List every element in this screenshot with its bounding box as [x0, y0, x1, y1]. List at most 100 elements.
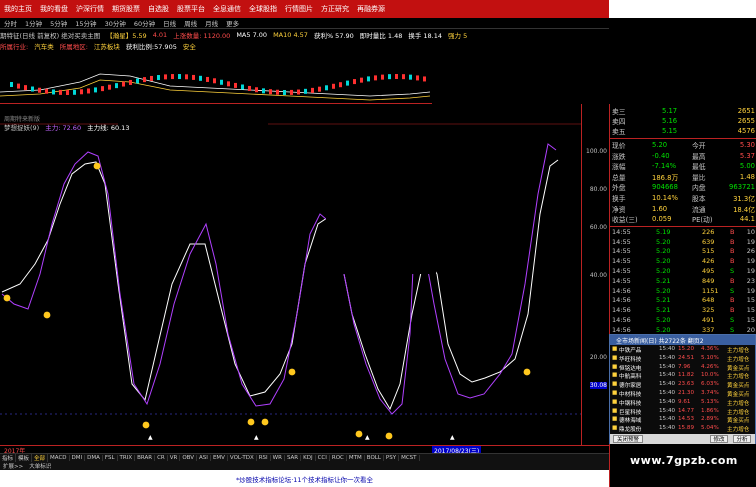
popup-row[interactable]: ■ 中铁产品 15:40 15.20 4.36% 主力增仓	[610, 346, 755, 355]
kline-candle	[283, 89, 286, 95]
indicator-tab-2[interactable]: 全部	[32, 454, 49, 462]
edit-button[interactable]: 修改	[710, 435, 728, 443]
period-2[interactable]: 5分钟	[46, 18, 71, 28]
indicator-tab-6[interactable]: FSL	[103, 455, 118, 461]
popup-row[interactable]: ■ 中钢科技 15:40 9.61 5.13% 主力增仓	[610, 399, 755, 408]
popup-price: 7.96	[678, 363, 691, 370]
popup-change: 6.03%	[701, 381, 719, 388]
menu-item-9[interactable]: 方正研究	[317, 4, 353, 14]
menu-item-0[interactable]: 我的主页	[0, 4, 36, 14]
popup-desc: 主力增仓	[727, 400, 750, 407]
period-0[interactable]: 分时	[0, 18, 21, 28]
popup-title-bar[interactable]: 全市场新闻(日) 共2722条 翻页2	[610, 335, 755, 345]
indicator-tab-5[interactable]: DMA	[85, 455, 103, 461]
main-chart-info-line: 期特征(日线 前复权) 绝对买卖主图 【瀚星】5.59 4.01 上涨数量: 1120…	[0, 29, 467, 40]
menu-item-7[interactable]: 全球股指	[245, 4, 281, 14]
kline-candle	[24, 85, 27, 91]
kline-candle	[157, 75, 160, 81]
popup-row[interactable]: ■ 鼎龙股份 15:40 15.89 5.04% 主力增仓	[610, 425, 755, 434]
period-9[interactable]: 更多	[222, 18, 243, 28]
period-8[interactable]: 月线	[201, 18, 222, 28]
analyze-button[interactable]: 分析	[733, 435, 751, 443]
stat-label: 收益(三)	[612, 216, 638, 225]
indicator-tab-1[interactable]: 模板	[16, 454, 33, 462]
signal-dot	[288, 368, 296, 376]
period-4[interactable]: 30分钟	[101, 18, 130, 28]
menu-item-6[interactable]: 全息通信	[209, 4, 245, 14]
period-3[interactable]: 15分钟	[71, 18, 100, 28]
indicator-tab-15[interactable]: RSI	[257, 455, 271, 461]
info1-item-1: 【瀚星】5.59	[106, 31, 147, 40]
indicator-tab-16[interactable]: WR	[271, 455, 285, 461]
indicator-tabs: 指标 模板 全部 MACD DMI DMA FSL TRIX BRAR CR VR OBV ASI EMV…	[0, 453, 609, 462]
indicator-tab-17[interactable]: SAR	[285, 455, 302, 461]
kline-candle	[45, 88, 48, 94]
indicator-tab-7[interactable]: TRIX	[118, 455, 136, 461]
ticker-text[interactable]: *炒股技术指标论坛·11个技术指标让你一次看全	[236, 474, 373, 484]
trade-row: 14:56 5.21 648 B 15	[610, 296, 756, 306]
indicator-tab-9[interactable]: CR	[155, 455, 168, 461]
popup-row[interactable]: ■ 中材科技 15:40 21.30 3.74% 黄金买点	[610, 390, 755, 399]
bottom-option-1[interactable]: 大单标识	[26, 462, 54, 470]
indicator-tab-13[interactable]: EMV	[211, 455, 228, 461]
kline-candle	[346, 80, 349, 86]
menu-item-10[interactable]: 再融券源	[353, 4, 389, 14]
period-6[interactable]: 日线	[159, 18, 180, 28]
trade-volume: 1151	[702, 286, 719, 295]
popup-row[interactable]: ■ 恒铭达电 15:40 7.96 4.26% 黄金买点	[610, 364, 755, 373]
indicator-tab-3[interactable]: MACD	[48, 455, 70, 461]
indicator-tab-0[interactable]: 指标	[0, 454, 17, 462]
menu-item-2[interactable]: 沪深行情	[72, 4, 108, 14]
stat-value: 5.20	[652, 141, 668, 149]
trade-count: 19	[746, 267, 755, 275]
menu-item-3[interactable]: 期货股票	[108, 4, 144, 14]
stat-row: 净资 1.60 流通 18.4亿	[610, 204, 756, 214]
indicator-tab-19[interactable]: CCI	[316, 455, 330, 461]
indicator-tab-20[interactable]: ROC	[330, 455, 347, 461]
bottom-option-0[interactable]: 扩展>>	[0, 462, 26, 470]
kline-candle	[402, 74, 405, 80]
menu-item-4[interactable]: 自选股	[144, 4, 173, 14]
period-5[interactable]: 60分钟	[130, 18, 159, 28]
kline-candle	[150, 75, 153, 81]
indicator-tab-23[interactable]: PSY	[384, 455, 400, 461]
quote-separator-2	[610, 225, 756, 227]
indicator-tab-8[interactable]: BRAR	[135, 455, 156, 461]
indicator-tab-12[interactable]: ASI	[197, 455, 211, 461]
mask-block	[118, 104, 268, 204]
info1-item-4: MA5 7.00	[236, 30, 268, 39]
indicator-tab-24[interactable]: MCST	[399, 455, 420, 461]
indicator-tab-11[interactable]: OBV	[180, 455, 198, 461]
trade-row: 14:55 5.20 426 B 19	[610, 257, 756, 267]
indicator-tab-22[interactable]: BOLL	[365, 455, 384, 461]
period-7[interactable]: 周线	[180, 18, 201, 28]
popup-row[interactable]: ■ 华旺科技 15:40 24.51 5.10% 主力增仓	[610, 355, 755, 364]
kline-candle	[304, 88, 307, 94]
main-kline-panel	[0, 52, 609, 104]
signal-dot	[385, 432, 393, 440]
menu-item-5[interactable]: 股票平台	[173, 4, 209, 14]
popup-buttons: 关闭预警 修改 分析	[610, 434, 755, 444]
menu-item-8[interactable]: 行情图片	[281, 4, 317, 14]
popup-row[interactable]: ■ 德尔家居 15:40 23.63 6.03% 黄金买点	[610, 381, 755, 390]
stat-value-2: 5.00	[739, 162, 755, 171]
info1-item-0: 期特征(日线 前复权) 绝对买卖主图	[0, 31, 101, 40]
trade-volume: 325	[702, 306, 715, 315]
kline-candle	[80, 89, 83, 95]
indicator-tab-18[interactable]: KDJ	[301, 455, 316, 461]
popup-row[interactable]: ■ 德林海域 15:40 14.53 2.89% 黄金买点	[610, 416, 755, 425]
indicator-tab-14[interactable]: VOL-TDX	[228, 455, 257, 461]
menu-item-1[interactable]: 我的看盘	[36, 4, 72, 14]
indicator-tab-10[interactable]: VR	[168, 455, 181, 461]
trade-row: 14:55 5.21 849 B 23	[610, 277, 756, 287]
kline-candle	[227, 81, 230, 87]
indicator-tab-21[interactable]: MTM	[347, 455, 365, 461]
close-alert-button[interactable]: 关闭预警	[613, 435, 643, 443]
indicator-tab-4[interactable]: DMI	[70, 455, 86, 461]
popup-row[interactable]: ■ 巨星科技 15:40 14.77 1.86% 主力增仓	[610, 408, 755, 417]
trade-flag: B	[730, 296, 735, 305]
trade-flag: B	[730, 237, 735, 246]
axis-tick-3: 40.00	[589, 272, 607, 279]
period-1[interactable]: 1分钟	[21, 18, 46, 28]
popup-row[interactable]: ■ 中航高科 15:40 11.82 10.0% 主力增仓	[610, 372, 755, 381]
